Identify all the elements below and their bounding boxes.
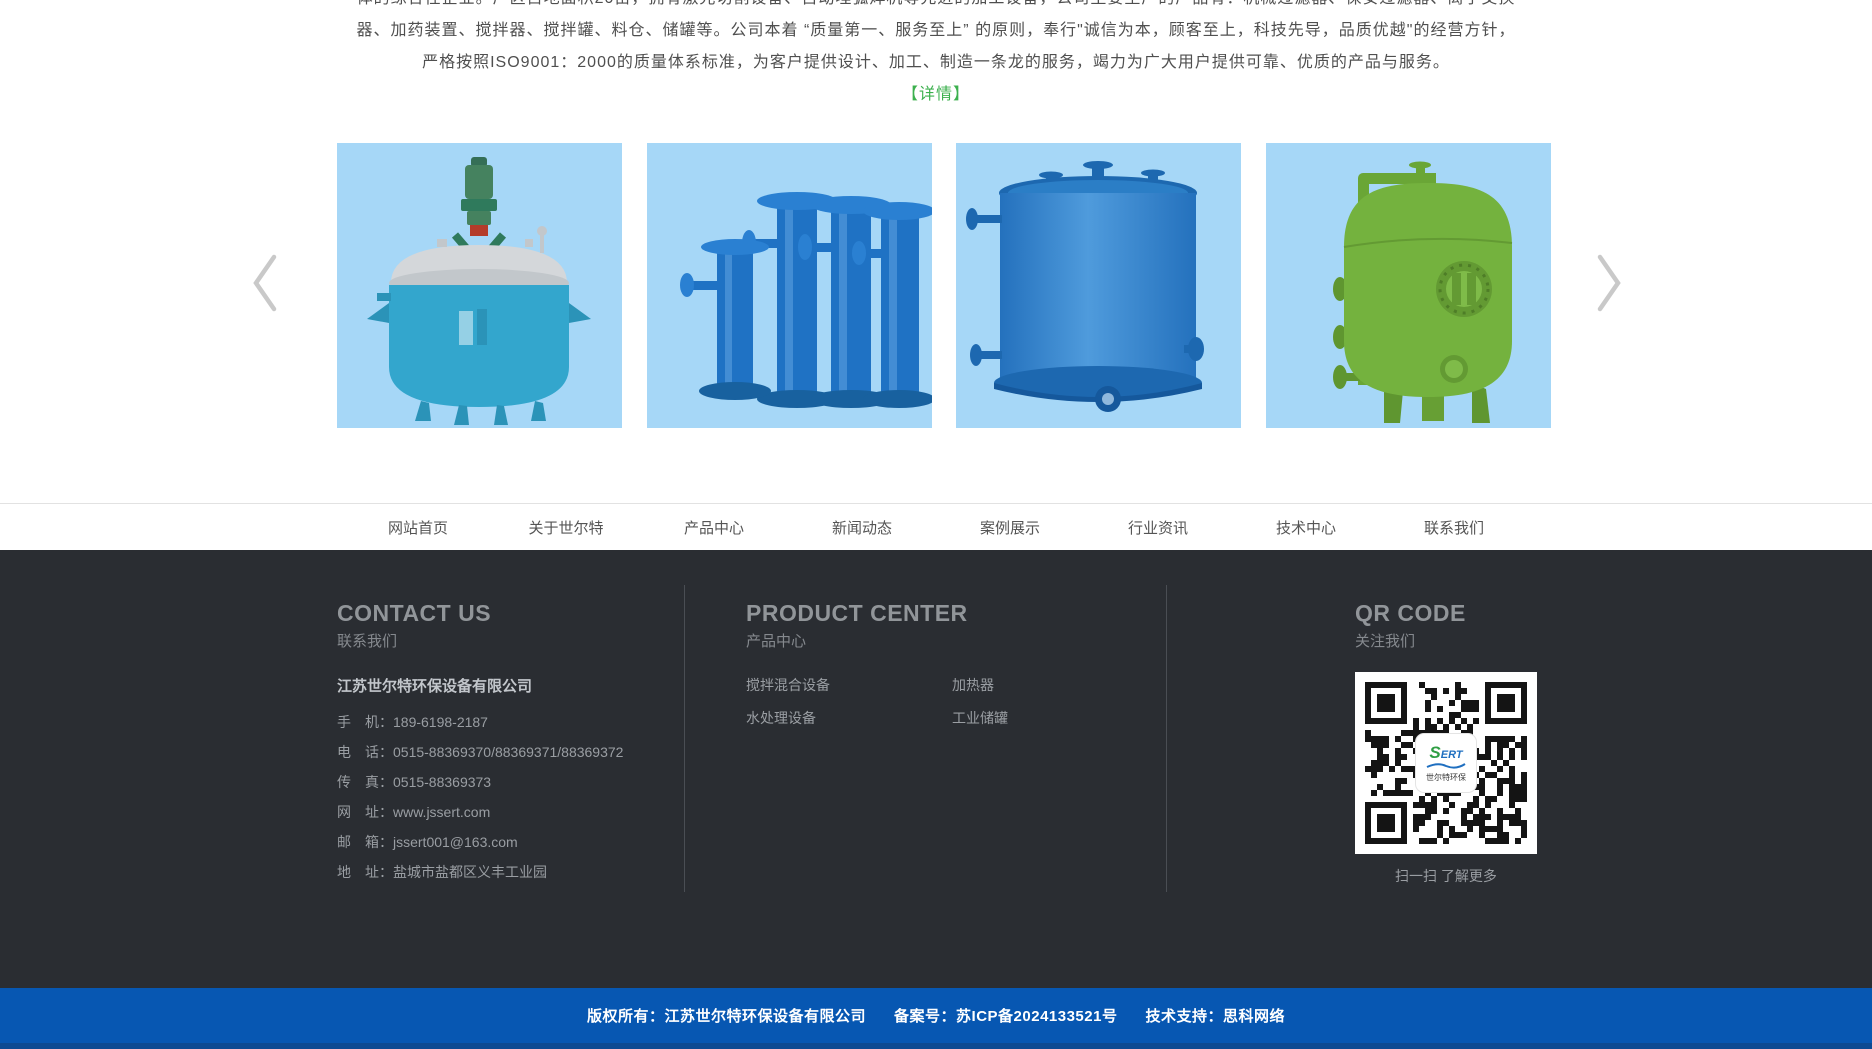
support-text: 技术支持：思科网络 [1145, 1005, 1285, 1026]
page: 体的综合性企业。厂区占地面积20亩，拥有激光切割设备、自动埋弧焊机等先进的加工设… [0, 0, 1872, 1049]
product-link-water[interactable]: 水处理设备 [746, 708, 952, 741]
contact-subtitle: 联系我们 [337, 632, 623, 652]
product-links: 搅拌混合设备 加热器 水处理设备 工业储罐 [746, 675, 1008, 741]
footer: CONTACT US 联系我们 江苏世尔特环保设备有限公司 手 机：189-61… [0, 550, 1872, 988]
nav-item-cases[interactable]: 案例展示 [936, 517, 1084, 538]
qr-center-logo: SERT 世尔特环保 [1415, 733, 1477, 793]
product-carousel [0, 143, 1872, 428]
chevron-right-icon [1592, 251, 1626, 315]
product-slide-storage-tank[interactable] [956, 143, 1241, 428]
contact-email: 邮 箱：jssert001@163.com [337, 827, 623, 857]
intro-line-3: 严格按照ISO9001：2000的质量体系标准，为客户提供设计、加工、制造一条龙… [0, 47, 1872, 79]
storage-tank-image [956, 143, 1241, 428]
company-name: 江苏世尔特环保设备有限公司 [337, 677, 623, 697]
qr-subtitle: 关注我们 [1355, 632, 1537, 652]
contact-website: 网 址：www.jssert.com [337, 797, 623, 827]
product-slide-pipe-columns[interactable] [647, 143, 932, 428]
product-link-tank[interactable]: 工业储罐 [952, 708, 1008, 741]
product-link-mixing[interactable]: 搅拌混合设备 [746, 675, 952, 708]
intro-detail-row: 【详情】 [0, 79, 1872, 111]
product-slide-mechanical-filter[interactable] [1266, 143, 1551, 428]
pipe-columns-image [647, 143, 932, 428]
icp-text: 备案号：苏ICP备2024133521号 [894, 1005, 1117, 1026]
qr-title: QR CODE [1355, 600, 1537, 626]
contact-mobile: 手 机：189-6198-2187 [337, 707, 623, 737]
footer-divider-2 [1166, 585, 1167, 892]
qr-logo-text: SERT [1429, 744, 1462, 764]
nav-item-tech[interactable]: 技术中心 [1232, 517, 1380, 538]
contact-address: 地 址：盐城市盐都区义丰工业园 [337, 857, 623, 887]
nav-item-industry[interactable]: 行业资讯 [1084, 517, 1232, 538]
nav-item-home[interactable]: 网站首页 [344, 517, 492, 538]
copyright-text: 版权所有：江苏世尔特环保设备有限公司 [587, 1005, 866, 1026]
footer-products-section: PRODUCT CENTER 产品中心 搅拌混合设备 加热器 水处理设备 工业储… [746, 600, 1008, 741]
copyright-bar: 版权所有：江苏世尔特环保设备有限公司 备案号：苏ICP备2024133521号 … [0, 988, 1872, 1043]
qr-code-image: SERT 世尔特环保 [1355, 672, 1537, 854]
carousel-next-button[interactable] [1592, 251, 1626, 315]
stirred-reactor-image [337, 143, 622, 428]
product-link-heater[interactable]: 加热器 [952, 675, 1008, 708]
intro-line-2: 器、加药装置、搅拌器、搅拌罐、料仓、储罐等。公司本着 “质量第一、服务至上” 的… [0, 15, 1872, 47]
carousel-prev-button[interactable] [248, 251, 282, 315]
nav-item-contact[interactable]: 联系我们 [1380, 517, 1528, 538]
footer-contact-section: CONTACT US 联系我们 江苏世尔特环保设备有限公司 手 机：189-61… [337, 600, 623, 887]
contact-fax: 传 真：0515-88369373 [337, 767, 623, 797]
company-intro: 体的综合性企业。厂区占地面积20亩，拥有激光切割设备、自动埋弧焊机等先进的加工设… [0, 0, 1872, 111]
footer-divider-1 [684, 585, 685, 892]
detail-link[interactable]: 【详情】 [902, 79, 970, 111]
contact-title: CONTACT US [337, 600, 623, 626]
logo-wave-icon [1426, 762, 1466, 769]
intro-line-1: 体的综合性企业。厂区占地面积20亩，拥有激光切割设备、自动埋弧焊机等先进的加工设… [0, 0, 1872, 15]
products-title: PRODUCT CENTER [746, 600, 1008, 626]
product-slide-stirred-reactor[interactable] [337, 143, 622, 428]
contact-lines: 手 机：189-6198-2187 电 话：0515-88369370/8836… [337, 707, 623, 887]
nav-item-about[interactable]: 关于世尔特 [492, 517, 640, 538]
chevron-left-icon [248, 251, 282, 315]
contact-phone: 电 话：0515-88369370/88369371/88369372 [337, 737, 623, 767]
main-nav: 网站首页 关于世尔特 产品中心 新闻动态 案例展示 行业资讯 技术中心 联系我们 [0, 503, 1872, 550]
nav-item-news[interactable]: 新闻动态 [788, 517, 936, 538]
products-subtitle: 产品中心 [746, 632, 1008, 652]
mechanical-filter-image [1266, 143, 1551, 428]
nav-item-products[interactable]: 产品中心 [640, 517, 788, 538]
bottom-strip [0, 1043, 1872, 1049]
carousel-slides [337, 143, 1551, 428]
qr-logo-subtext: 世尔特环保 [1426, 772, 1466, 783]
footer-qr-section: QR CODE 关注我们 SERT 世尔特环保 扫一扫 了解更多 [1355, 600, 1537, 886]
qr-caption: 扫一扫 了解更多 [1355, 866, 1537, 886]
